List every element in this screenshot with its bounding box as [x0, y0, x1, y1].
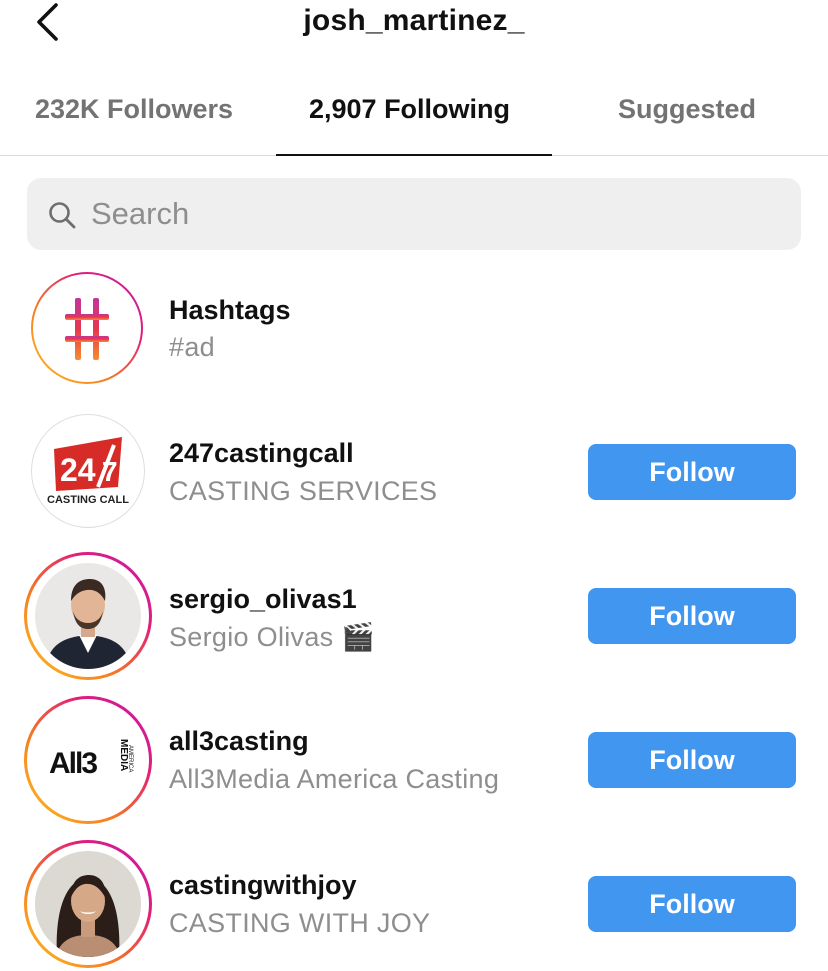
search-icon: [49, 202, 76, 229]
username[interactable]: 247castingcall: [169, 438, 354, 469]
profile-photo-woman: [35, 851, 141, 957]
user-subtitle: #ad: [169, 332, 215, 362]
svg-text:CASTING CALL: CASTING CALL: [47, 494, 129, 506]
avatar[interactable]: 24 7 CASTING CALL: [31, 414, 145, 528]
username[interactable]: castingwithjoy: [169, 870, 357, 901]
list-item[interactable]: 24 7 CASTING CALL 247castingcall CASTING…: [0, 414, 828, 544]
tab-bar: 232K Followers 2,907 Following Suggested: [0, 70, 828, 156]
tab-suggested[interactable]: Suggested: [618, 94, 756, 125]
avatar[interactable]: All3 MEDIA AMERICA: [24, 696, 152, 824]
profile-photo-man: [35, 563, 141, 669]
follow-button[interactable]: Follow: [588, 588, 796, 644]
svg-text:24: 24: [60, 452, 96, 488]
username[interactable]: sergio_olivas1: [169, 584, 357, 615]
all3media-logo: All3 MEDIA AMERICA: [35, 707, 141, 813]
avatar[interactable]: [24, 552, 152, 680]
user-subtitle: CASTING WITH JOY: [169, 908, 431, 938]
hashtag-icon: [65, 298, 109, 360]
page-title: josh_martinez_: [303, 4, 525, 37]
svg-text:AMERICA: AMERICA: [127, 745, 133, 772]
list-item[interactable]: castingwithjoy CASTING WITH JOY Follow: [0, 840, 828, 970]
follow-button[interactable]: Follow: [588, 876, 796, 932]
search-input[interactable]: [91, 178, 771, 250]
username[interactable]: Hashtags: [169, 295, 291, 326]
active-tab-indicator: [276, 154, 552, 156]
user-subtitle: Sergio Olivas 🎬: [169, 622, 376, 652]
username[interactable]: all3casting: [169, 726, 309, 757]
svg-text:7: 7: [102, 456, 118, 487]
svg-text:All3: All3: [49, 747, 97, 780]
search-bar[interactable]: [27, 178, 801, 250]
list-item[interactable]: Hashtags #ad: [0, 271, 828, 401]
user-subtitle: All3Media America Casting: [169, 764, 500, 794]
list-item[interactable]: sergio_olivas1 Sergio Olivas 🎬 Follow: [0, 552, 828, 682]
247-casting-call-logo: 24 7 CASTING CALL: [47, 437, 129, 506]
follow-button[interactable]: Follow: [588, 732, 796, 788]
user-subtitle: CASTING SERVICES: [169, 476, 438, 506]
avatar[interactable]: [24, 840, 152, 968]
follow-button[interactable]: Follow: [588, 444, 796, 500]
tab-followers[interactable]: 232K Followers: [35, 94, 233, 125]
avatar[interactable]: [31, 272, 143, 384]
top-bar: josh_martinez_: [0, 0, 828, 60]
tab-following[interactable]: 2,907 Following: [309, 94, 510, 125]
list-item[interactable]: All3 MEDIA AMERICA all3casting All3Media…: [0, 696, 828, 826]
